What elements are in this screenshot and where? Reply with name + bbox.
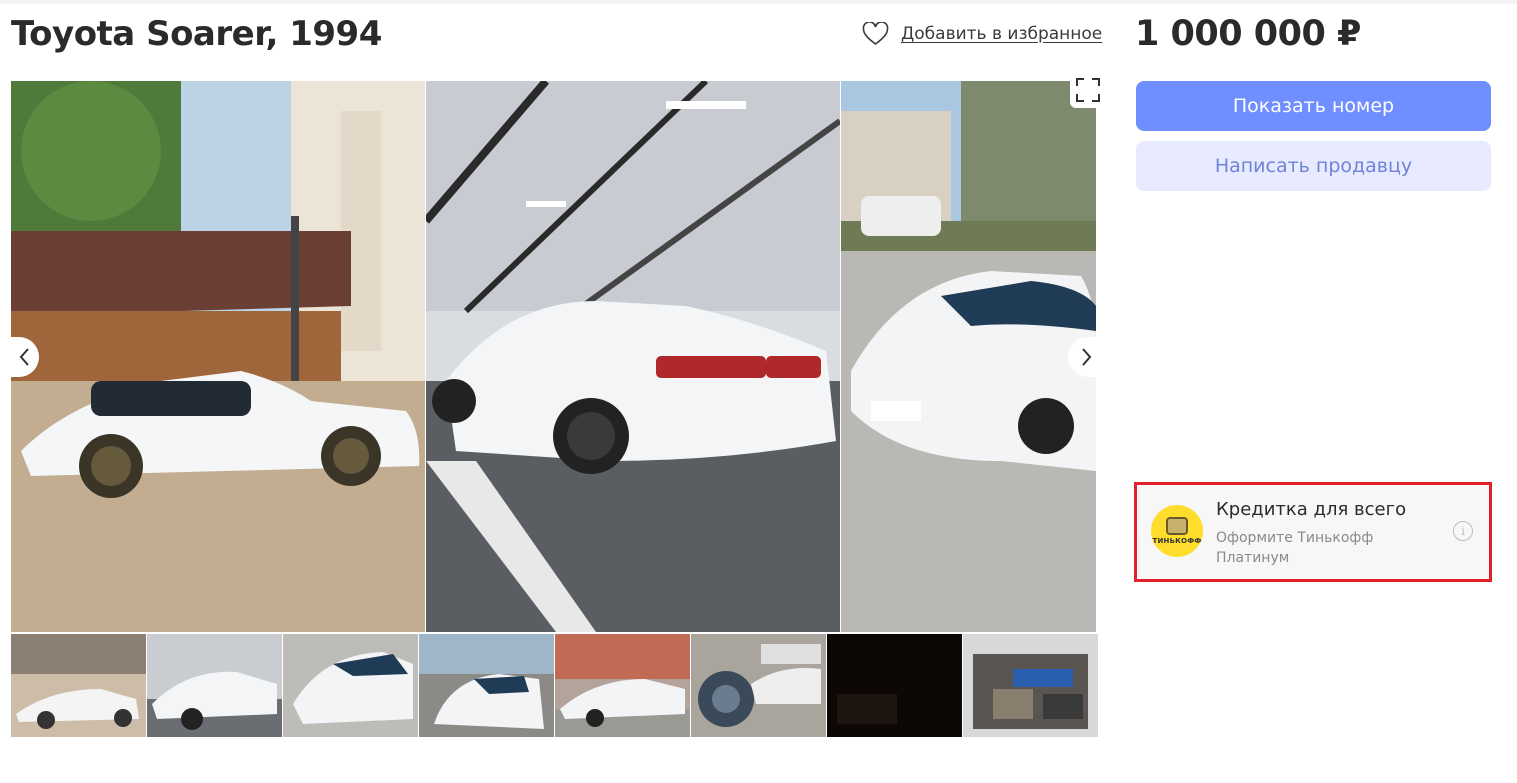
show-number-button[interactable]: Показать номер — [1136, 81, 1491, 131]
add-to-favorites-button[interactable]: Добавить в избранное — [862, 22, 1102, 46]
tinkoff-logo: ТИНЬКОФФ — [1151, 505, 1203, 557]
thumbnail-strip[interactable] — [11, 634, 1098, 737]
ad-title[interactable]: Кредитка для всего — [1216, 499, 1406, 520]
car-rear-parking-photo[interactable] — [426, 81, 840, 632]
ad-logo-text: ТИНЬКОФФ — [1152, 537, 1202, 545]
thumbnail-1[interactable] — [11, 634, 146, 737]
photo-gallery[interactable] — [11, 81, 1096, 632]
thumbnail-5[interactable] — [555, 634, 690, 737]
crest-icon — [1166, 517, 1188, 535]
price: 1 000 000 ₽ — [1135, 14, 1361, 54]
fullscreen-button[interactable] — [1070, 72, 1106, 108]
car-front-street-photo[interactable] — [841, 81, 1096, 632]
thumbnail-2[interactable] — [147, 634, 282, 737]
fullscreen-icon — [1076, 78, 1100, 102]
credit-card-ad[interactable]: ТИНЬКОФФ Кредитка для всего Оформите Тин… — [1134, 482, 1492, 582]
thumbnail-3[interactable] — [283, 634, 418, 737]
add-to-favorites-label[interactable]: Добавить в избранное — [901, 24, 1102, 44]
top-divider — [0, 0, 1517, 4]
chevron-left-icon — [19, 348, 29, 366]
chevron-right-icon — [1082, 348, 1092, 366]
thumbnail-6[interactable] — [691, 634, 826, 737]
heart-outline-icon — [862, 22, 889, 45]
ad-subtitle: Оформите Тинькофф Платинум — [1216, 530, 1374, 566]
car-side-view-photo[interactable] — [11, 81, 425, 632]
info-icon[interactable]: i — [1453, 521, 1473, 541]
listing-title: Toyota Soarer, 1994 — [11, 14, 382, 54]
thumbnail-7[interactable] — [827, 634, 962, 737]
thumbnail-8[interactable] — [963, 634, 1098, 737]
thumbnail-4[interactable] — [419, 634, 554, 737]
gallery-next-button[interactable] — [1068, 337, 1104, 377]
write-seller-button[interactable]: Написать продавцу — [1136, 141, 1491, 191]
